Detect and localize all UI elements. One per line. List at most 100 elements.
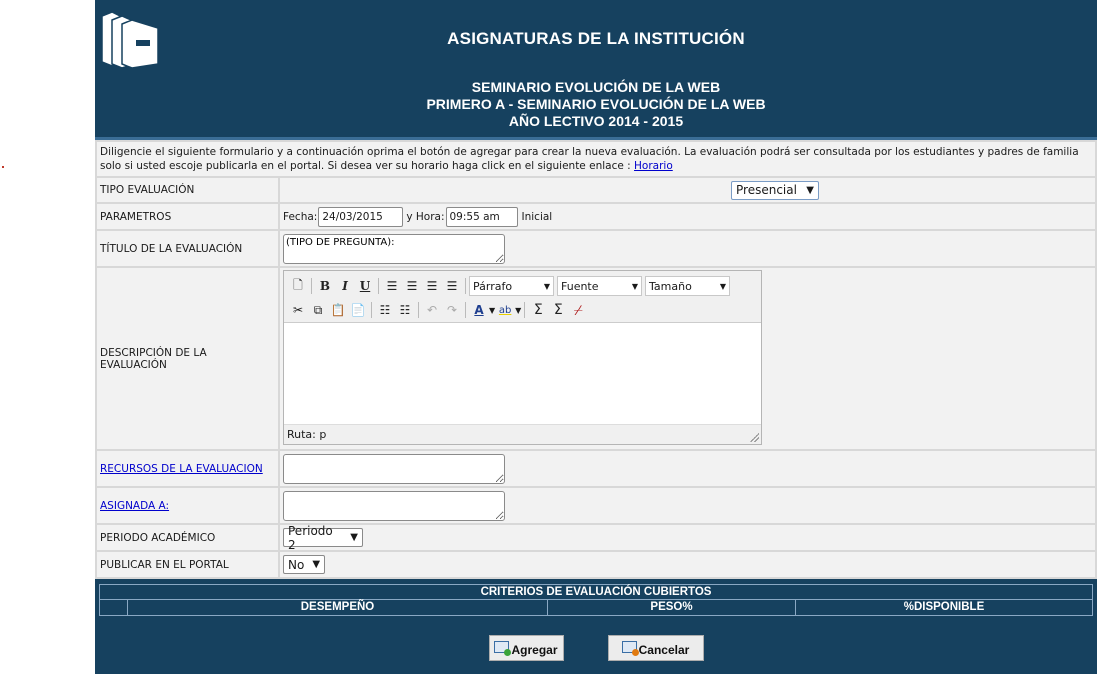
add-form-icon xyxy=(494,641,512,656)
periodo-select[interactable]: Periodo 2 ▼ xyxy=(283,524,363,552)
recursos-cell xyxy=(280,451,1095,486)
toolbar-separator xyxy=(465,278,466,294)
chevron-down-icon: ▼ xyxy=(631,281,638,291)
form-instructions: Diligencie el siguiente formulario y a c… xyxy=(97,142,1095,176)
toolbar-separator xyxy=(465,302,466,318)
subject-name: SEMINARIO EVOLUCIÓN DE LA WEB xyxy=(471,79,721,95)
fecha-label: Fecha: xyxy=(283,210,318,223)
row-titulo: TÍTULO DE LA EVALUACIÓN (TIPO DE PREGUNT… xyxy=(97,231,1095,266)
criteria-header-row: DESEMPEÑO PESO% %DISPONIBLE xyxy=(100,600,1092,615)
editor-content-area[interactable] xyxy=(284,322,761,424)
chevron-down-icon: ▼ xyxy=(543,281,550,291)
toolbar-separator xyxy=(418,302,419,318)
toolbar-separator xyxy=(378,278,379,294)
editor-path: Ruta: p xyxy=(287,428,327,441)
criteria-col-disponible: %DISPONIBLE xyxy=(903,601,985,613)
toolbar-row-2: ✂ ⧉ 📋 📄 ☷ ☷ ↶ ↷ A ▼ ab ▼ Σ Σ ⌿ xyxy=(288,298,757,322)
row-publicar: PUBLICAR EN EL PORTAL No ▼ xyxy=(97,552,1095,577)
align-justify-icon[interactable]: ☰ xyxy=(442,276,462,296)
align-left-icon[interactable]: ☰ xyxy=(382,276,402,296)
recursos-link[interactable]: RECURSOS DE LA EVALUACION xyxy=(100,463,263,475)
parametros-label: PARAMETROS xyxy=(97,204,278,229)
format-select[interactable]: Párrafo ▼ xyxy=(469,276,554,296)
row-recursos: RECURSOS DE LA EVALUACION xyxy=(97,451,1095,486)
inicial-label: Inicial xyxy=(521,210,553,223)
row-asignada: ASIGNADA A: xyxy=(97,488,1095,523)
sum-insert-icon[interactable]: Σ xyxy=(528,300,548,320)
font-select[interactable]: Fuente ▼ xyxy=(557,276,642,296)
parametros-cell: Fecha: 24/03/2015 y Hora: 09:55 am Inici… xyxy=(280,204,1095,229)
italic-icon[interactable]: I xyxy=(335,276,355,296)
fecha-input[interactable]: 24/03/2015 xyxy=(318,206,404,227)
new-document-icon[interactable]: 🗋 xyxy=(288,276,308,296)
stray-dot xyxy=(2,166,4,168)
align-center-icon[interactable]: ☰ xyxy=(402,276,422,296)
chevron-down-icon: ▼ xyxy=(806,184,814,196)
tipo-select[interactable]: Presencial ▼ xyxy=(731,180,819,200)
bold-icon[interactable]: B xyxy=(315,276,335,296)
resize-grip-icon[interactable] xyxy=(750,433,759,442)
descripcion-label: DESCRIPCIÓN DE LA EVALUACIÓN xyxy=(97,268,278,449)
group-subject: PRIMERO A - SEMINARIO EVOLUCIÓN DE LA WE… xyxy=(426,96,766,112)
rich-text-editor: 🗋 B I U ☰ ☰ ☰ ☰ Párrafo ▼ Fuente ▼ Tamañ… xyxy=(283,270,762,445)
asignada-textarea[interactable] xyxy=(283,490,505,521)
font-select-value: Fuente xyxy=(561,279,599,293)
row-descripcion: DESCRIPCIÓN DE LA EVALUACIÓN 🗋 B I U ☰ ☰ xyxy=(97,268,1095,449)
toolbar-separator xyxy=(311,278,312,294)
row-parametros: PARAMETROS Fecha: 24/03/2015 y Hora: 09:… xyxy=(97,204,1095,229)
chevron-down-icon: ▼ xyxy=(350,532,358,543)
cancel-button[interactable]: Cancelar xyxy=(607,635,704,661)
toolbar-separator xyxy=(371,302,372,318)
copy-icon[interactable]: ⧉ xyxy=(308,300,328,320)
hora-input[interactable]: 09:55 am xyxy=(445,206,518,227)
criteria-col-desempeno: DESEMPEÑO xyxy=(128,600,548,615)
subject-info: SEMINARIO EVOLUCIÓN DE LA WEB PRIMERO A … xyxy=(95,79,1097,130)
format-select-value: Párrafo xyxy=(473,279,513,293)
size-select[interactable]: Tamaño ▼ xyxy=(645,276,730,296)
row-periodo: PERIODO ACADÉMICO Periodo 2 ▼ xyxy=(97,524,1095,552)
text-color-icon[interactable]: A xyxy=(469,300,489,320)
publicar-label: PUBLICAR EN EL PORTAL xyxy=(97,552,278,577)
size-select-value: Tamaño xyxy=(649,279,692,293)
row-tipo: TIPO EVALUACIÓN Presencial ▼ xyxy=(97,178,1095,202)
chevron-down-icon: ▼ xyxy=(719,281,726,291)
redo-icon[interactable]: ↷ xyxy=(442,300,462,320)
asignada-cell xyxy=(280,488,1095,523)
cancel-form-icon xyxy=(621,641,639,656)
titulo-label: TÍTULO DE LA EVALUACIÓN xyxy=(97,231,278,266)
descripcion-cell: 🗋 B I U ☰ ☰ ☰ ☰ Párrafo ▼ Fuente ▼ Tamañ… xyxy=(280,268,1095,449)
recursos-label-cell: RECURSOS DE LA EVALUACION xyxy=(97,451,278,486)
undo-icon[interactable]: ↶ xyxy=(422,300,442,320)
sum-icon[interactable]: Σ xyxy=(548,300,568,320)
publicar-select-value: No xyxy=(288,557,305,572)
editor-toolbar: 🗋 B I U ☰ ☰ ☰ ☰ Párrafo ▼ Fuente ▼ Tamañ… xyxy=(284,271,761,322)
recursos-textarea[interactable] xyxy=(283,453,505,484)
add-button[interactable]: Agregar xyxy=(488,635,564,661)
highlight-color-icon[interactable]: ab xyxy=(495,300,515,320)
criteria-table: CRITERIOS DE EVALUACIÓN CUBIERTOS DESEMP… xyxy=(99,584,1093,616)
page-header: ASIGNATURAS DE LA INSTITUCIÓN SEMINARIO … xyxy=(95,0,1097,140)
publicar-select[interactable]: No ▼ xyxy=(283,555,325,574)
hora-label: y Hora: xyxy=(406,210,445,223)
numbered-list-icon[interactable]: ☷ xyxy=(395,300,415,320)
align-right-icon[interactable]: ☰ xyxy=(422,276,442,296)
bullet-list-icon[interactable]: ☷ xyxy=(375,300,395,320)
cut-icon[interactable]: ✂ xyxy=(288,300,308,320)
schedule-link[interactable]: Horario xyxy=(634,160,673,172)
asignada-link[interactable]: ASIGNADA A: xyxy=(100,500,169,512)
main-panel: ASIGNATURAS DE LA INSTITUCIÓN SEMINARIO … xyxy=(95,0,1097,674)
cancel-button-label: Cancelar xyxy=(638,643,690,657)
titulo-textarea[interactable]: (TIPO DE PREGUNTA): xyxy=(283,233,505,264)
criteria-col-peso: PESO% xyxy=(548,600,796,615)
page-title: ASIGNATURAS DE LA INSTITUCIÓN xyxy=(447,29,745,48)
toolbar-separator xyxy=(524,302,526,318)
add-button-label: Agregar xyxy=(511,643,558,657)
publicar-cell: No ▼ xyxy=(280,552,1095,577)
underline-icon[interactable]: U xyxy=(355,276,375,296)
paste-icon[interactable]: 📋 xyxy=(328,300,348,320)
paste-word-icon[interactable]: 📄 xyxy=(348,300,368,320)
asignada-label-cell: ASIGNADA A: xyxy=(97,488,278,523)
editor-statusbar: Ruta: p xyxy=(284,424,761,444)
graph-icon[interactable]: ⌿ xyxy=(568,300,588,320)
periodo-cell: Periodo 2 ▼ xyxy=(280,524,1095,552)
